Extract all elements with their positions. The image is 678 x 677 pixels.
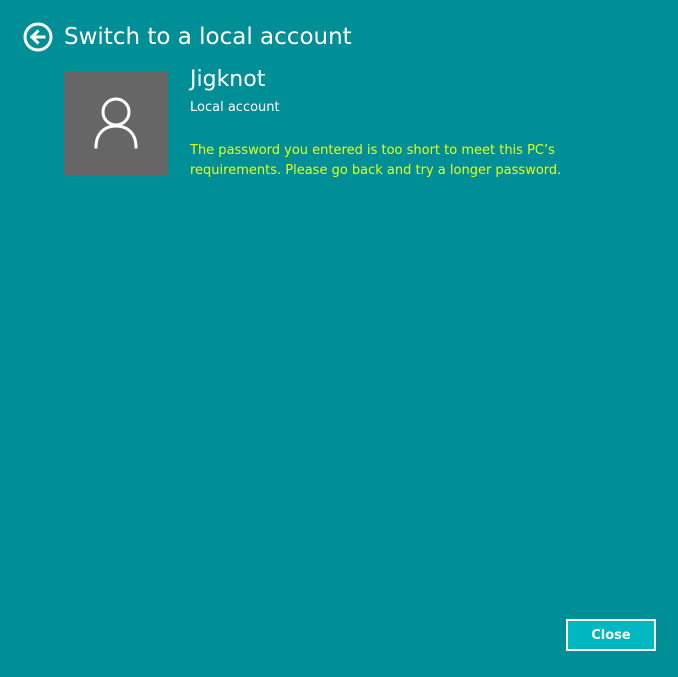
user-icon — [94, 97, 138, 149]
account-name: Jigknot — [190, 67, 266, 92]
close-button[interactable]: Close — [566, 619, 656, 651]
back-arrow-circle-icon — [23, 22, 53, 52]
switch-to-local-account-page: Switch to a local account Jigknot Local … — [0, 0, 678, 677]
avatar — [64, 71, 168, 175]
back-button[interactable] — [23, 22, 53, 52]
password-error-message: The password you entered is too short to… — [190, 143, 562, 178]
account-type: Local account — [190, 100, 280, 115]
page-title: Switch to a local account — [64, 24, 352, 50]
page-header: Switch to a local account — [23, 20, 352, 54]
